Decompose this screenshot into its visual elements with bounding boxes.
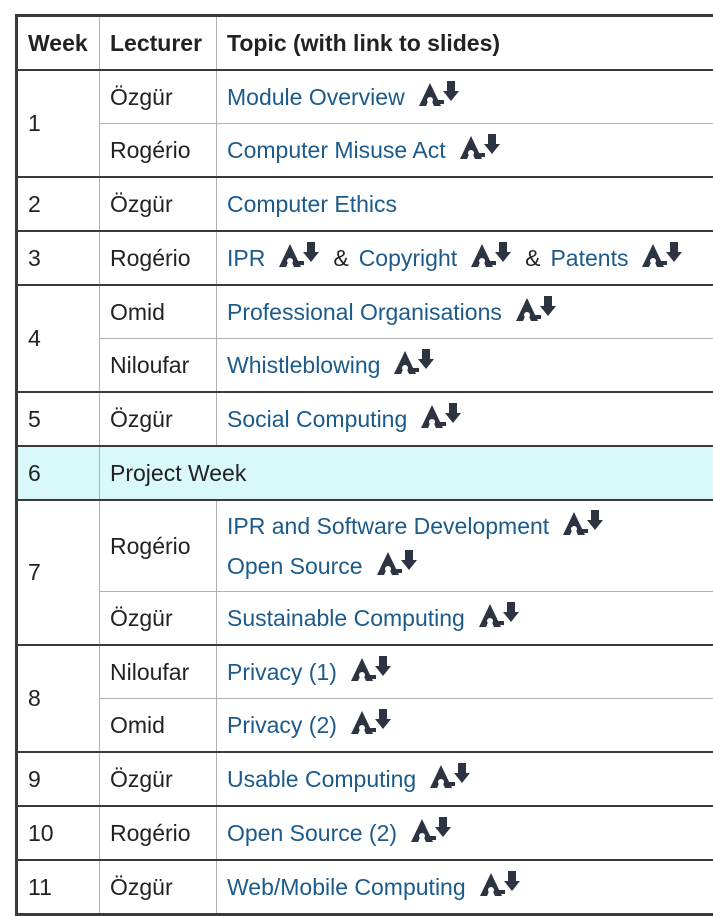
topic-link[interactable]: Professional Organisations [227,299,502,325]
topic-link[interactable]: Computer Misuse Act [227,137,446,163]
week-cell: 3 [16,230,100,286]
header-lecturer: Lecturer [99,15,217,71]
topic-link[interactable]: Privacy (2) [227,712,337,738]
lecturer-cell: Özgür [99,176,217,232]
table-row: 8 Niloufar Privacy (1) [16,644,713,753]
topic-cell: Web/Mobile Computing [216,859,713,915]
lecturer-cell: Omid [99,284,217,339]
header-week: Week [16,15,100,71]
topic-link-open-source[interactable]: Open Source [227,553,363,579]
topic-cell: Privacy (2) [216,698,713,753]
topic-link-ipr[interactable]: IPR [227,245,265,271]
topic-link[interactable]: Open Source (2) [227,820,397,846]
week-cell: 5 [16,391,100,447]
topic-cell: Privacy (1) [216,644,713,699]
topic-cell: Open Source (2) [216,805,713,861]
topic-link-patents[interactable]: Patents [550,245,628,271]
week-cell: 2 [16,176,100,232]
table-row: 1 Özgür Module Overview [16,69,713,178]
table-row: 9 Özgür Usable Computing [16,751,713,807]
pdf-download-icon[interactable] [394,349,438,381]
pdf-download-icon[interactable] [411,817,455,849]
lecturer-cell: Omid [99,698,217,753]
week-cell: 10 [16,805,100,861]
topic-link[interactable]: Social Computing [227,406,407,432]
topic-link[interactable]: Module Overview [227,84,405,110]
week-cell: 9 [16,751,100,807]
lecturer-cell: Özgür [99,69,217,124]
header-row: Week Lecturer Topic (with link to slides… [16,15,713,71]
table-row: 10 Rogério Open Source (2) [16,805,713,861]
pdf-download-icon[interactable] [479,871,524,903]
pdf-download-icon[interactable] [478,602,523,634]
table-row: Omid Privacy (2) [17,698,713,753]
week-cell: 11 [16,859,100,915]
table-row: 2 Özgür Computer Ethics [16,176,713,232]
pdf-download-icon[interactable] [421,403,465,435]
pdf-download-icon[interactable] [515,296,560,328]
topic-cell: IPR and Software Development Open Source [216,499,713,592]
pdf-download-icon[interactable] [350,656,395,688]
table-row: Özgür Sustainable Computing [17,591,713,646]
table-row: 4 Omid Professional Organisations [16,284,713,393]
table-row: 5 Özgür Social Computing [16,391,713,447]
pdf-download-icon[interactable] [418,81,463,113]
lecturer-cell: Özgür [99,859,217,915]
lecturer-cell: Niloufar [99,338,217,393]
pdf-download-icon[interactable] [350,709,395,741]
lecturer-cell: Rogério [99,230,217,286]
topic-cell: Computer Ethics [216,176,713,232]
pdf-download-icon[interactable] [376,550,421,582]
lecturer-cell: Rogério [99,805,217,861]
topic-cell: Computer Misuse Act [216,123,713,178]
pdf-download-icon[interactable] [279,242,323,274]
topic-link[interactable]: Web/Mobile Computing [227,874,466,900]
topic-cell: Module Overview [216,69,713,124]
lecturer-cell: Özgür [99,391,217,447]
lecturer-cell: Özgür [99,751,217,807]
header-topic: Topic (with link to slides) [216,15,713,71]
table-row: Rogério Computer Misuse Act [17,123,713,178]
pdf-download-icon[interactable] [642,242,686,274]
topic-link[interactable]: Sustainable Computing [227,605,465,631]
table-row: 3 Rogério IPR & Copyright & Patents [16,230,713,286]
ampersand: & [333,245,349,271]
topic-link[interactable]: Computer Ethics [227,191,397,217]
table-row: 7 Rogério IPR and Software Development O… [16,499,713,646]
week-cell: 4 [16,284,100,393]
lecturer-cell: Rogério [99,499,217,592]
pdf-download-icon[interactable] [459,134,504,166]
project-week-row: 6 Project Week [16,445,713,501]
topic-cell: IPR & Copyright & Patents [216,230,713,286]
pdf-download-icon[interactable] [471,242,515,274]
lecturer-cell: Rogério [99,123,217,178]
lecturer-cell: Niloufar [99,644,217,699]
week-cell: 6 [16,445,100,501]
topic-link-ipr-software[interactable]: IPR and Software Development [227,513,549,539]
lecturer-cell: Özgür [99,591,217,646]
ampersand: & [525,245,541,271]
table-row: 11 Özgür Web/Mobile Computing [16,859,713,915]
topic-cell: Usable Computing [216,751,713,807]
table-row: Niloufar Whistleblowing [17,338,713,393]
topic-link-copyright[interactable]: Copyright [359,245,457,271]
schedule-table: Week Lecturer Topic (with link to slides… [15,14,713,916]
topic-link[interactable]: Whistleblowing [227,352,380,378]
week-cell: 8 [16,644,100,753]
topic-cell: Social Computing [216,391,713,447]
topic-link[interactable]: Privacy (1) [227,659,337,685]
pdf-download-icon[interactable] [430,763,474,795]
project-week-label: Project Week [99,445,713,501]
week-cell: 7 [16,499,100,646]
topic-cell: Whistleblowing [216,338,713,393]
week-cell: 1 [16,69,100,178]
topic-link[interactable]: Usable Computing [227,766,416,792]
topic-cell: Sustainable Computing [216,591,713,646]
pdf-download-icon[interactable] [563,510,607,542]
topic-cell: Professional Organisations [216,284,713,339]
